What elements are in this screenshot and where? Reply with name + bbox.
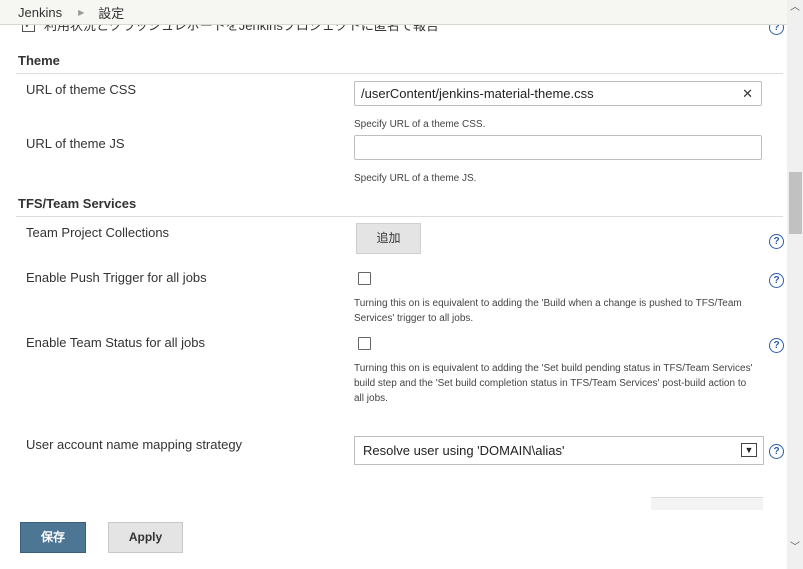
partially-hidden-button[interactable]	[651, 497, 763, 510]
help-icon[interactable]: ?	[769, 444, 784, 459]
team-status-checkbox[interactable]	[358, 337, 371, 350]
chevron-down-icon[interactable]: ▼	[741, 443, 757, 457]
breadcrumb: Jenkins ▶ 設定	[0, 0, 787, 25]
theme-js-label: URL of theme JS	[26, 136, 125, 151]
mapping-strategy-value: Resolve user using 'DOMAIN\alias'	[363, 443, 565, 458]
theme-css-label: URL of theme CSS	[26, 82, 137, 97]
scrollbar-thumb[interactable]	[789, 172, 802, 234]
theme-js-input[interactable]	[355, 136, 731, 159]
scroll-up-icon[interactable]: ︿	[787, 0, 803, 16]
team-status-description: Turning this on is equivalent to adding …	[354, 363, 753, 404]
save-button[interactable]: 保存	[20, 522, 86, 553]
help-icon[interactable]: ?	[769, 338, 784, 353]
add-collection-button[interactable]: 追加	[356, 223, 421, 254]
help-icon[interactable]: ?	[769, 234, 784, 249]
section-divider	[16, 73, 783, 74]
clear-icon[interactable]: ✕	[742, 86, 753, 102]
breadcrumb-jenkins[interactable]: Jenkins	[0, 5, 62, 20]
scroll-down-icon[interactable]: ﹀	[787, 540, 803, 556]
push-trigger-label: Enable Push Trigger for all jobs	[26, 270, 207, 285]
push-trigger-checkbox[interactable]	[358, 272, 371, 285]
theme-js-description: Specify URL of a theme JS.	[354, 173, 477, 184]
section-title-theme: Theme	[18, 53, 60, 68]
theme-css-input[interactable]	[355, 82, 731, 105]
breadcrumb-settings[interactable]: 設定	[84, 3, 124, 22]
section-title-tfs: TFS/Team Services	[18, 196, 137, 211]
mapping-strategy-label: User account name mapping strategy	[26, 437, 243, 452]
team-status-label: Enable Team Status for all jobs	[26, 335, 205, 350]
vertical-scrollbar[interactable]	[787, 0, 803, 569]
team-project-collections-label: Team Project Collections	[26, 225, 170, 240]
help-icon[interactable]: ?	[769, 273, 784, 288]
apply-button[interactable]: Apply	[108, 522, 183, 553]
theme-css-field[interactable]: ✕	[354, 81, 762, 106]
theme-css-description: Specify URL of a theme CSS.	[354, 119, 486, 130]
section-divider	[16, 216, 783, 217]
theme-js-field[interactable]	[354, 135, 762, 160]
push-trigger-description: Turning this on is equivalent to adding …	[354, 298, 742, 324]
mapping-strategy-select[interactable]: Resolve user using 'DOMAIN\alias' ▼	[354, 436, 764, 465]
